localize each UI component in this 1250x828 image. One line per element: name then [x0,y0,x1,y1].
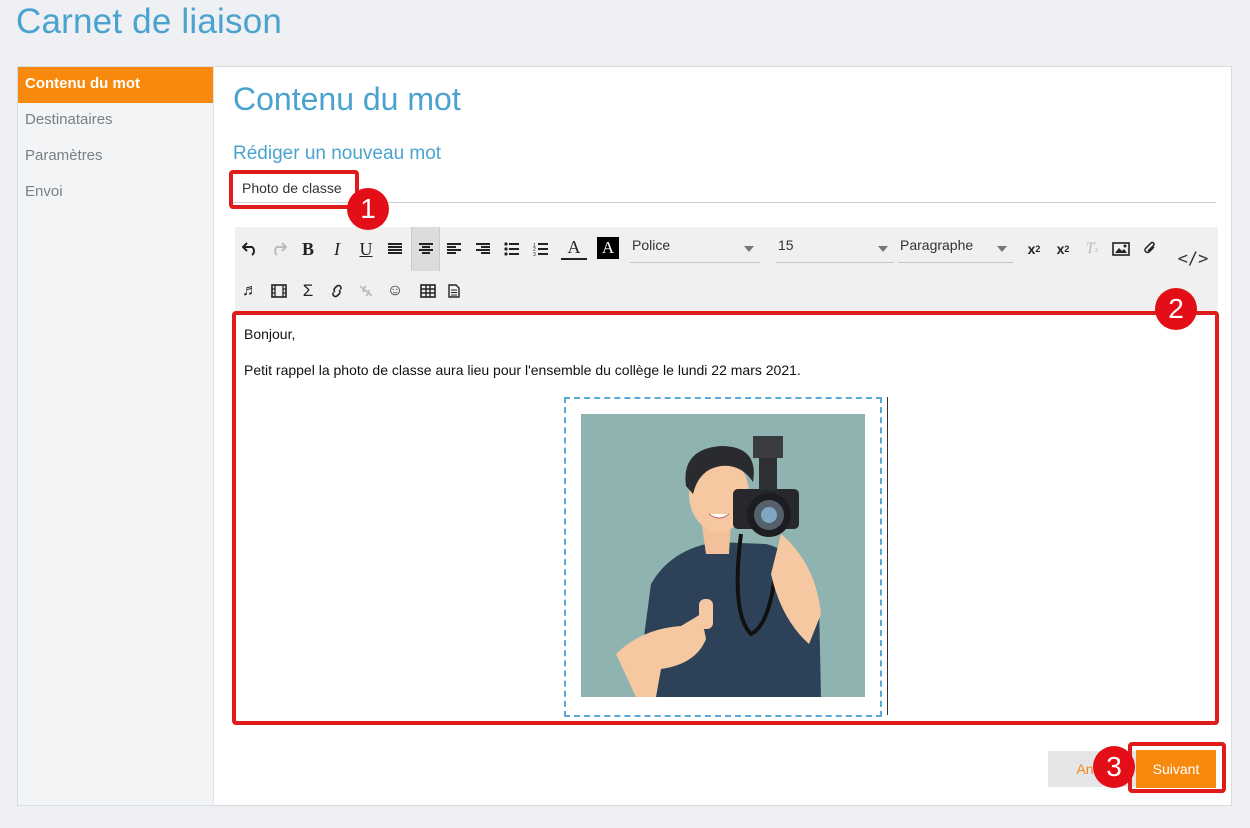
content-line-message: Petit rappel la photo de classe aura lie… [244,362,801,378]
chevron-down-icon [878,246,888,252]
subject-field-wrapper [231,175,1216,203]
link-icon[interactable] [324,278,350,304]
background-color-icon[interactable]: A [597,237,619,259]
italic-icon[interactable]: I [324,236,350,262]
video-icon[interactable] [266,278,292,304]
redo-icon[interactable] [266,236,292,262]
paragraph-format-select[interactable]: Paragraphe [898,237,1013,263]
text-cursor [887,397,888,715]
emoji-icon[interactable]: ☺ [382,278,408,304]
rich-text-editor: B I U 123 A A Police 15 Paragraphe x 2 x… [235,227,1218,725]
chevron-down-icon [744,246,754,252]
image-icon[interactable] [1108,236,1134,262]
font-family-label: Police [632,237,671,253]
main-content: Contenu du mot Rédiger un nouveau mot B … [214,67,1231,805]
bold-icon[interactable]: B [295,236,321,262]
page-title: Carnet de liaison [16,2,283,41]
sidebar-item-envoi[interactable]: Envoi [18,175,213,211]
audio-icon[interactable]: ♬ [237,278,263,304]
code-view-icon[interactable]: </> [1168,227,1218,291]
clear-format-icon[interactable]: Tx [1079,236,1105,262]
cancel-button[interactable]: Annuler [1048,751,1136,787]
sidebar-item-destinataires[interactable]: Destinataires [18,103,213,139]
chevron-down-icon [997,246,1007,252]
next-button[interactable]: Suivant [1136,750,1216,788]
content-line-greeting: Bonjour, [244,326,296,342]
align-right-icon[interactable] [470,236,496,262]
font-color-icon[interactable]: A [561,236,587,260]
svg-text:3: 3 [533,252,536,256]
superscript-icon[interactable]: x2 [1050,236,1076,262]
main-panel: Contenu du mot Destinataires Paramètres … [17,66,1232,806]
section-subtitle: Rédiger un nouveau mot [233,143,442,164]
table-icon[interactable] [415,278,441,304]
editor-toolbar: B I U 123 A A Police 15 Paragraphe x 2 x… [235,227,1218,313]
numbered-list-icon[interactable]: 123 [528,236,554,262]
font-family-select[interactable]: Police [630,237,760,263]
subject-input[interactable] [231,175,531,201]
sidebar: Contenu du mot Destinataires Paramètres … [18,67,214,805]
photographer-image [581,414,865,697]
sidebar-item-parametres[interactable]: Paramètres [18,139,213,175]
align-left-icon[interactable] [441,236,467,262]
font-size-select[interactable]: 15 [776,237,894,263]
editor-content[interactable]: Bonjour, Petit rappel la photo de classe… [235,313,1218,725]
align-center-icon[interactable] [411,227,440,271]
bullet-list-icon[interactable] [499,236,525,262]
sigma-icon[interactable]: Σ [295,278,321,304]
underline-icon[interactable]: U [353,236,379,262]
inserted-image-frame[interactable] [564,397,882,717]
align-justify-icon[interactable] [382,236,408,262]
paragraph-format-label: Paragraphe [900,237,974,253]
unlink-icon[interactable] [353,278,379,304]
section-title: Contenu du mot [233,81,461,117]
undo-icon[interactable] [237,236,263,262]
attachment-icon[interactable] [1137,236,1163,262]
template-icon[interactable] [441,278,467,304]
sidebar-item-contenu[interactable]: Contenu du mot [18,67,213,103]
subscript-icon[interactable]: x2 [1021,236,1047,262]
font-size-label: 15 [778,237,794,253]
